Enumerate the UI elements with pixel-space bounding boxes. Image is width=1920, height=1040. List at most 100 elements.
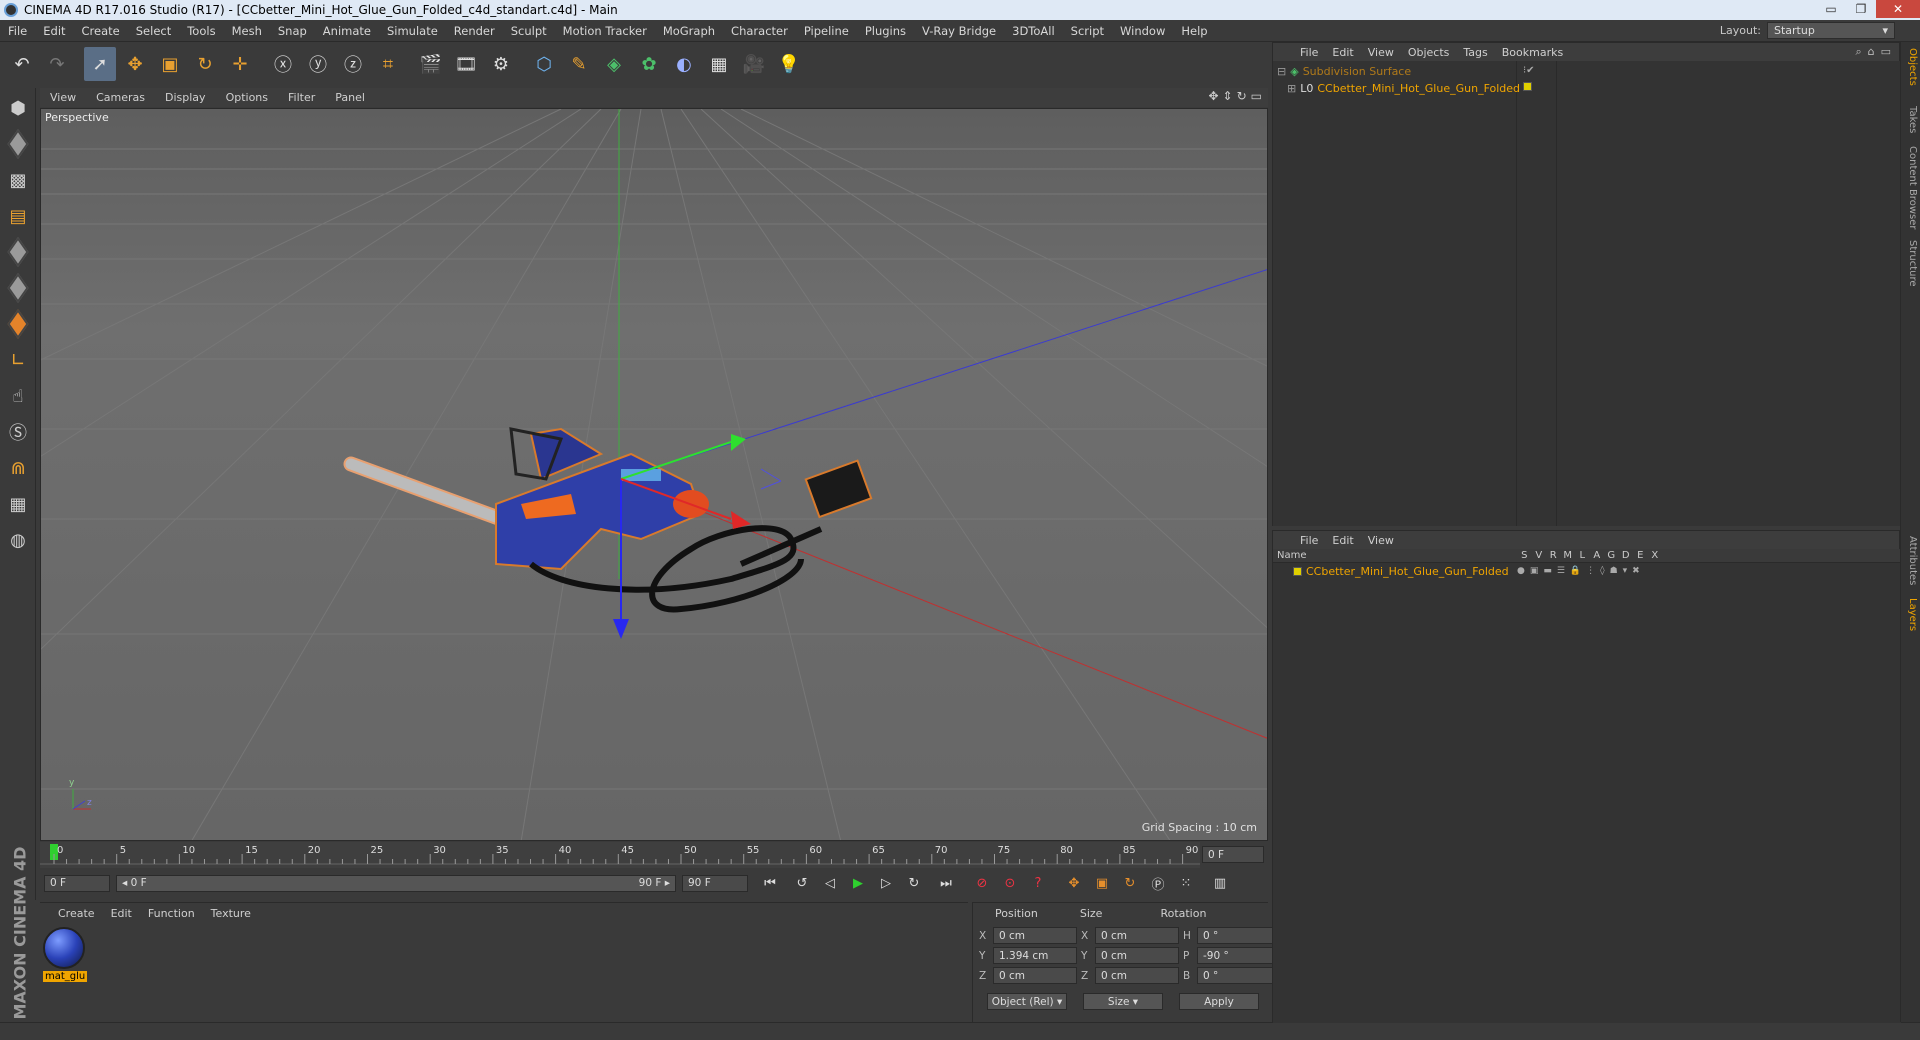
side-tab-layers[interactable]: Layers <box>1907 598 1918 631</box>
workplane-mode-icon[interactable]: ▤ <box>2 200 34 232</box>
coord-mode-dropdown[interactable]: Object (Rel) ▾ <box>987 993 1067 1010</box>
coordinate-system-icon[interactable]: ⌗ <box>372 47 404 81</box>
menu-motion-tracker[interactable]: Motion Tracker <box>555 24 655 38</box>
timeline-ruler[interactable]: 0 5 10 15 20 25 30 35 40 45 50 55 60 65 70 75 80 85 90 0 F <box>40 842 1268 868</box>
cloner-icon[interactable]: ✿ <box>633 47 665 81</box>
viewport-menu-filter[interactable]: Filter <box>278 91 325 104</box>
rot-p-field[interactable]: -90 ° <box>1197 947 1273 964</box>
layer-col-render[interactable]: R <box>1546 550 1561 561</box>
object-menu-file[interactable]: File <box>1293 46 1325 59</box>
3d-viewport[interactable]: y z Perspective Grid Spacing : 10 cm <box>40 108 1268 841</box>
scale-tool-icon[interactable]: ▣ <box>154 47 186 81</box>
object-row-subdivision[interactable]: ⊟ ◈ Subdivision Surface <box>1277 63 1411 80</box>
pos-z-field[interactable]: 0 cm <box>993 967 1077 984</box>
menu-create[interactable]: Create <box>74 24 128 38</box>
y-axis-lock-icon[interactable]: ⓨ <box>302 47 334 81</box>
go-to-next-key-icon[interactable]: ↻ <box>902 871 926 895</box>
menu-animate[interactable]: Animate <box>315 24 379 38</box>
expand-icon[interactable]: ⊞ <box>1287 82 1296 95</box>
layer-col-locked[interactable]: L <box>1575 550 1590 561</box>
viewport-menu-view[interactable]: View <box>40 91 86 104</box>
object-menu-objects[interactable]: Objects <box>1401 46 1457 59</box>
floor-icon[interactable]: ▦ <box>703 47 735 81</box>
key-scale-icon[interactable]: ▣ <box>1090 871 1114 895</box>
viewport-menu-cameras[interactable]: Cameras <box>86 91 155 104</box>
layer-col-manager[interactable]: M <box>1561 550 1576 561</box>
axis-mode-icon[interactable]: ∟ <box>2 344 34 376</box>
start-frame-field[interactable]: 0 F <box>44 874 110 892</box>
layer-col-generators[interactable]: G <box>1604 550 1619 561</box>
menu-3dtoall[interactable]: 3DToAll <box>1004 24 1063 38</box>
side-tab-takes[interactable]: Takes <box>1907 106 1918 133</box>
home-icon[interactable]: ⌂ <box>1868 45 1875 59</box>
timeline-end-field[interactable]: 0 F <box>1202 846 1264 863</box>
key-rotation-icon[interactable]: ↻ <box>1118 871 1142 895</box>
render-settings-icon[interactable]: ⚙ <box>485 47 517 81</box>
size-z-field[interactable]: 0 cm <box>1095 967 1179 984</box>
menu-mesh[interactable]: Mesh <box>224 24 270 38</box>
layer-col-deformers[interactable]: D <box>1619 550 1634 561</box>
menu-mograph[interactable]: MoGraph <box>655 24 723 38</box>
subdivision-surface-icon[interactable]: ◈ <box>598 47 630 81</box>
layer-col-expressions[interactable]: E <box>1633 550 1648 561</box>
object-row-glue-gun[interactable]: ⊞ L0 CCbetter_Mini_Hot_Glue_Gun_Folded <box>1287 80 1520 97</box>
record-keys-icon[interactable]: ⊘ <box>970 871 994 895</box>
layer-flag-icons[interactable]: ●▣▬☰🔒⋮◊☗▾✖ <box>1517 566 1645 576</box>
menu-help[interactable]: Help <box>1173 24 1215 38</box>
key-pla-icon[interactable]: ⁙ <box>1174 871 1198 895</box>
redo-icon[interactable]: ↷ <box>41 47 73 81</box>
timeline-window-icon[interactable]: ▥ <box>1208 871 1232 895</box>
pan-icon[interactable]: ✥ <box>1208 89 1218 103</box>
orbit-icon[interactable]: ↻ <box>1237 89 1247 103</box>
workplane-lock-icon[interactable]: ▦ <box>2 488 34 520</box>
menu-file[interactable]: File <box>0 24 35 38</box>
rot-b-field[interactable]: 0 ° <box>1197 967 1273 984</box>
menu-sculpt[interactable]: Sculpt <box>503 24 555 38</box>
object-menu-tags[interactable]: Tags <box>1456 46 1494 59</box>
last-tool-icon[interactable]: ✛ <box>224 47 256 81</box>
zoom-icon[interactable]: ⇕ <box>1223 89 1233 103</box>
keyframe-selection-icon[interactable]: ? <box>1026 871 1050 895</box>
play-icon[interactable]: ▶ <box>846 871 870 895</box>
material-menu-create[interactable]: Create <box>50 907 103 920</box>
side-tab-objects[interactable]: Objects <box>1907 48 1918 86</box>
menu-tools[interactable]: Tools <box>179 24 223 38</box>
side-tab-attributes[interactable]: Attributes <box>1907 536 1918 585</box>
points-mode-icon[interactable] <box>2 236 34 268</box>
layer-menu-edit[interactable]: Edit <box>1325 534 1360 547</box>
side-tab-content-browser[interactable]: Content Browser <box>1907 146 1918 229</box>
layer-col-animation[interactable]: A <box>1590 550 1605 561</box>
render-view-icon[interactable]: 🎬 <box>415 47 447 81</box>
material-menu-edit[interactable]: Edit <box>103 907 140 920</box>
object-menu-view[interactable]: View <box>1361 46 1401 59</box>
key-parameter-icon[interactable]: Ⓟ <box>1146 871 1170 895</box>
viewport-menu-options[interactable]: Options <box>216 91 278 104</box>
material-menu-texture[interactable]: Texture <box>203 907 259 920</box>
layout-dropdown[interactable]: Startup ▾ <box>1767 22 1895 39</box>
layer-col-solo[interactable]: S <box>1517 550 1532 561</box>
key-position-icon[interactable]: ✥ <box>1062 871 1086 895</box>
render-picture-viewer-icon[interactable]: 🎞 <box>450 47 482 81</box>
move-tool-icon[interactable]: ✥ <box>119 47 151 81</box>
make-editable-icon[interactable]: ⬢ <box>2 92 34 124</box>
cube-primitive-icon[interactable]: ⬡ <box>528 47 560 81</box>
end-frame-field[interactable]: 90 F <box>682 874 748 892</box>
go-to-end-icon[interactable]: ⏭ <box>934 871 958 895</box>
pos-x-field[interactable]: 0 cm <box>993 927 1077 944</box>
menu-script[interactable]: Script <box>1063 24 1112 38</box>
maximize-view-icon[interactable]: ▭ <box>1251 89 1262 103</box>
z-axis-lock-icon[interactable]: ⓩ <box>337 47 369 81</box>
dock-icon[interactable]: ▭ <box>1881 45 1891 59</box>
layer-col-xref[interactable]: X <box>1648 550 1663 561</box>
object-menu-bookmarks[interactable]: Bookmarks <box>1495 46 1570 59</box>
go-to-start-icon[interactable]: ⏮ <box>758 871 782 895</box>
pos-y-field[interactable]: 1.394 cm <box>993 947 1077 964</box>
menu-pipeline[interactable]: Pipeline <box>796 24 857 38</box>
menu-edit[interactable]: Edit <box>35 24 73 38</box>
search-icon[interactable]: ⌕ <box>1855 45 1861 59</box>
material-swatch[interactable]: mat_glu <box>43 927 89 985</box>
step-forward-icon[interactable]: ▷ <box>874 871 898 895</box>
viewport-menu-display[interactable]: Display <box>155 91 216 104</box>
minimize-button[interactable]: ▭ <box>1816 0 1846 18</box>
edges-mode-icon[interactable] <box>2 272 34 304</box>
